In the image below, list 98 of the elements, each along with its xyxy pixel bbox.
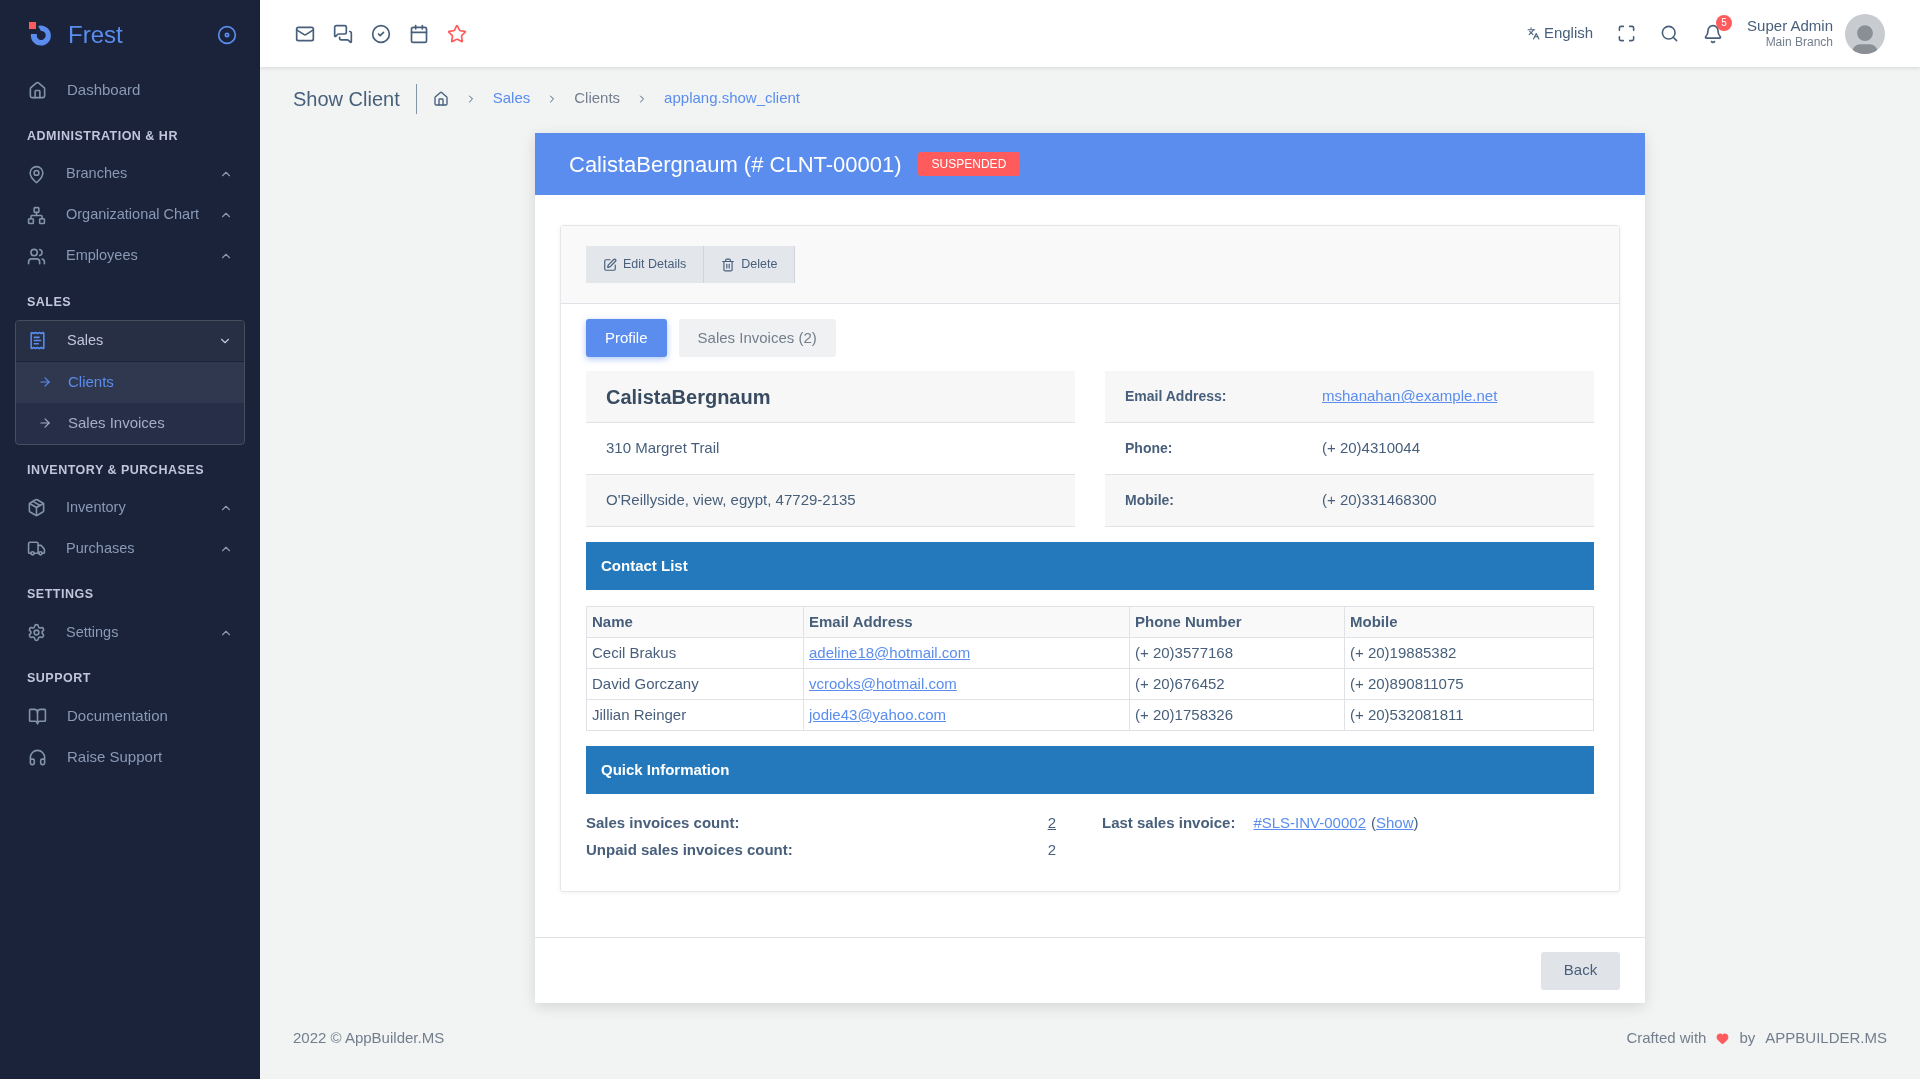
table-cell: (+ 20)890811075 [1344, 668, 1594, 700]
card-title: CalistaBergnaum (# CLNT-00001) [569, 150, 902, 179]
address-line: O'Reillyside, view, egypt, 47729-2135 [606, 490, 856, 511]
map-pin-icon [27, 164, 46, 184]
address-line: 310 Margret Trail [606, 438, 720, 459]
detail-value: (+ 20)4310044 [1322, 438, 1420, 459]
table-cell: (+ 20)532081811 [1344, 699, 1594, 731]
hierarchy-icon [27, 205, 46, 225]
sidebar-subitem[interactable]: Clients [16, 361, 244, 403]
sidebar-item[interactable]: Branches [15, 153, 245, 195]
delete-button[interactable]: Delete [704, 246, 796, 283]
sidebar-item[interactable]: Settings [15, 612, 245, 653]
parenthesis: ) [1413, 813, 1419, 833]
heart-icon [1716, 1031, 1730, 1045]
language-selector[interactable]: English [1526, 22, 1594, 45]
table-cell: Cecil Brakus [586, 637, 804, 669]
receipt-icon [28, 331, 47, 350]
user-name: Super Admin [1747, 16, 1833, 36]
truck-icon [27, 539, 46, 559]
edit-icon [603, 257, 617, 272]
count-value: 2 [1047, 839, 1056, 860]
section-heading: ADMINISTRATION & HR [26, 128, 179, 145]
notification-badge: 5 [1716, 14, 1733, 31]
breadcrumb-link[interactable]: Sales [492, 87, 531, 110]
count-link[interactable]: 2 [1047, 812, 1056, 835]
table-cell: (+ 20)1758326 [1129, 699, 1345, 731]
detail-label: Email Address: [1125, 387, 1228, 406]
page-title: Show Client [293, 83, 417, 114]
footer-text: Crafted with [1626, 1028, 1707, 1048]
breadcrumb-link[interactable]: applang.show_client [664, 87, 801, 110]
arrow-right-icon [38, 375, 52, 389]
column-header: Phone Number [1129, 606, 1345, 638]
book-icon [28, 706, 47, 726]
edit-button[interactable]: Edit Details [586, 246, 705, 283]
column-header: Email Address [803, 606, 1130, 638]
fullscreen-icon[interactable] [1617, 24, 1637, 43]
client-name: CalistaBergnaum [606, 384, 771, 410]
sidebar-subitem[interactable]: Sales Invoices [16, 402, 244, 444]
section-title: Contact List [601, 555, 688, 576]
table-cell: Jillian Reinger [586, 699, 804, 731]
home-icon [28, 81, 47, 100]
table-cell: David Gorczany [586, 668, 804, 700]
section-heading: INVENTORY & PURCHASES [26, 461, 205, 479]
email-link[interactable]: adeline18@hotmail.com [803, 637, 1130, 669]
tab[interactable]: Sales Invoices (2) [678, 319, 836, 357]
back-button[interactable]: Back [1541, 951, 1620, 990]
user-branch: Main Branch [1765, 35, 1833, 51]
arrow-right-icon [38, 416, 52, 430]
sidebar-item[interactable]: Sales [16, 320, 244, 362]
sidebar-item[interactable]: Organizational Chart [15, 194, 245, 236]
sidebar-toggle-icon[interactable] [217, 25, 237, 45]
sidebar-item[interactable]: Documentation [15, 695, 245, 737]
box-icon [27, 498, 46, 518]
table-cell: (+ 20)676452 [1129, 668, 1345, 700]
search-icon[interactable] [1660, 24, 1680, 43]
column-header: Mobile [1344, 606, 1594, 638]
detail-label: Mobile: [1125, 491, 1175, 510]
avatar[interactable] [1845, 13, 1885, 54]
sidebar-item[interactable]: Raise Support [15, 736, 245, 778]
copyright-text: 2022 © AppBuilder.MS [293, 1028, 445, 1048]
sidebar-item[interactable]: Purchases [15, 528, 245, 570]
calendar-icon[interactable] [409, 23, 429, 44]
trash-icon [721, 257, 736, 272]
info-label: Sales invoices count: [586, 813, 740, 833]
section-title: Quick Information [601, 759, 730, 780]
email-link[interactable]: mshanahan@example.net [1322, 385, 1498, 408]
star-icon[interactable] [447, 23, 467, 44]
sidebar-item[interactable]: Employees [15, 235, 245, 277]
section-heading: SALES [26, 293, 73, 311]
sidebar-item[interactable]: Dashboard [15, 70, 245, 111]
breadcrumb-item: Clients [574, 88, 621, 109]
email-link[interactable]: jodie43@yahoo.com [803, 699, 1130, 731]
check-circle-icon[interactable] [371, 23, 391, 44]
column-header: Name [586, 606, 804, 638]
detail-value: (+ 20)331468300 [1322, 490, 1437, 511]
info-label: Unpaid sales invoices count: [586, 839, 793, 860]
parenthesis: ( [1371, 813, 1376, 833]
tab[interactable]: Profile [586, 319, 667, 357]
status-badge: SUSPENDED [917, 152, 1021, 176]
detail-label: Phone: [1125, 439, 1174, 458]
company-name: APPBUILDER.MS [1765, 1028, 1887, 1048]
home-icon[interactable] [432, 90, 449, 107]
table-cell: (+ 20)3577168 [1129, 637, 1345, 669]
translate-icon [1526, 27, 1540, 40]
settings-icon [27, 623, 46, 642]
email-link[interactable]: vcrooks@hotmail.com [803, 668, 1130, 700]
show-link[interactable]: Show [1376, 812, 1414, 835]
info-label: Last sales invoice: [1102, 813, 1236, 833]
footer-text: by [1739, 1028, 1756, 1048]
table-cell: (+ 20)19885382 [1344, 637, 1594, 669]
chat-icon[interactable] [333, 23, 353, 44]
brand-name: Frest [68, 20, 123, 50]
headset-icon [28, 747, 47, 767]
section-heading: SUPPORT [26, 670, 92, 687]
invoice-link[interactable]: #SLS-INV-00002 [1253, 812, 1366, 835]
sidebar-item[interactable]: Inventory [15, 487, 245, 529]
section-heading: SETTINGS [26, 586, 95, 604]
users-icon [27, 246, 46, 266]
